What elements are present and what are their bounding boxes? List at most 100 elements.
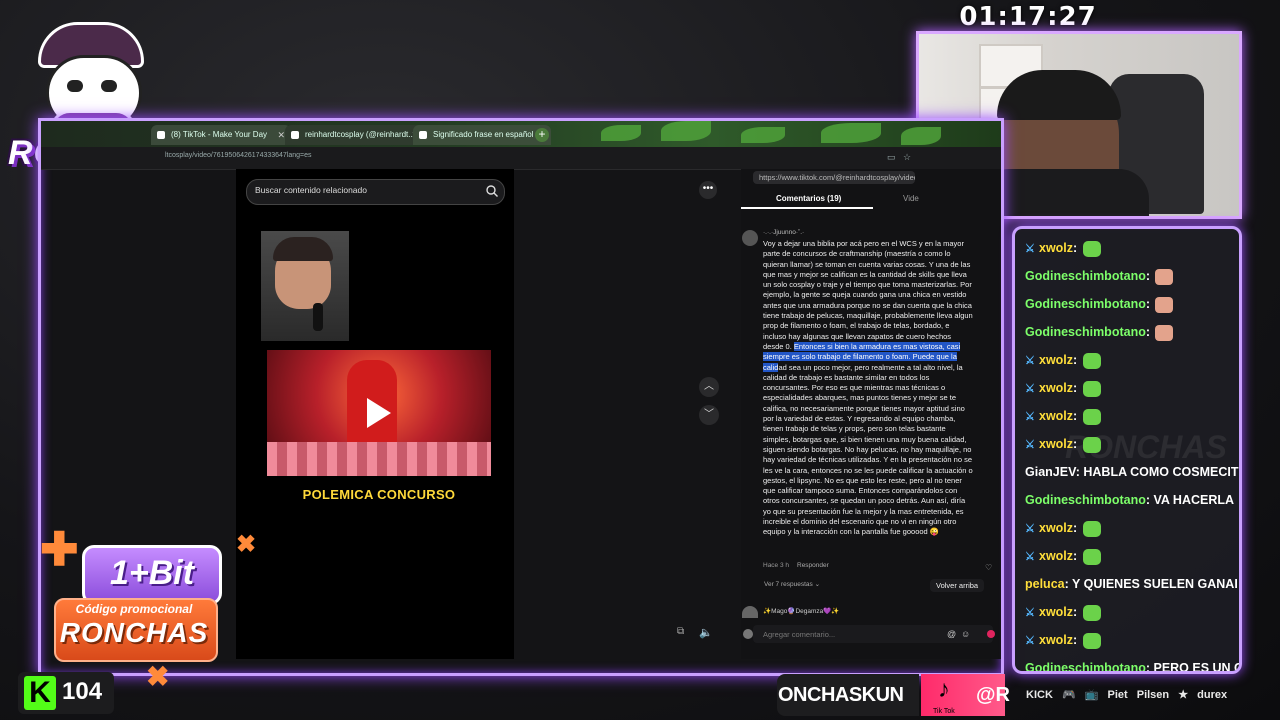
chat-message: ⚔ xwolz: [1025, 517, 1101, 539]
chat-username[interactable]: xwolz [1039, 521, 1073, 535]
chat-message: Godineschimbotano: PERO ES UN C [1025, 657, 1242, 674]
play-icon[interactable] [363, 396, 393, 430]
promo-code: RONCHAS [59, 617, 209, 648]
frog-emote-icon [1082, 240, 1101, 257]
promo-label: Código promocional [75, 602, 193, 616]
chat-message: ⚔ xwolz: [1025, 545, 1101, 567]
chat-message: ⚔ xwolz: [1025, 405, 1101, 427]
presenter-hair [273, 237, 333, 261]
decor-cross-icon: ✚ [40, 523, 79, 575]
chat-username[interactable]: xwolz [1039, 437, 1073, 451]
avatar [743, 629, 753, 639]
chat-text: PERO ES UN C [1153, 661, 1242, 674]
tiktok-icon [157, 131, 165, 139]
comment-time: Hace 3 h [763, 562, 790, 569]
chat-separator: : [1064, 577, 1073, 591]
chat-separator: : [1073, 549, 1081, 563]
chat-username[interactable]: Godineschimbotano [1025, 325, 1146, 339]
kick-logo: KICK [1026, 689, 1053, 701]
new-tab-button[interactable]: + [535, 128, 549, 142]
chat-message: ⚔ xwolz: [1025, 629, 1101, 651]
chat-separator: : [1073, 353, 1081, 367]
address-bar[interactable]: ltcosplay/video/7619506426174333647lang=… [41, 147, 1001, 170]
logo-eye [101, 80, 117, 92]
tab-bar: (8) TikTok - Make Your Day ✕ reinhardtco… [41, 121, 1001, 147]
more-options-button[interactable]: ••• [699, 181, 717, 199]
chat-separator: : [1073, 633, 1081, 647]
chat-separator: : [1073, 521, 1081, 535]
view-replies-button[interactable]: Ver 7 respuestas ⌄ [764, 580, 820, 588]
chat-text: HABLA COMO COSMECIT [1083, 465, 1239, 479]
chat-username[interactable]: Godineschimbotano [1025, 269, 1146, 283]
chat-text: VA HACERLA [1153, 493, 1235, 507]
chat-username[interactable]: Godineschimbotano [1025, 661, 1146, 671]
avatar[interactable] [742, 606, 758, 618]
active-tab-indicator [741, 207, 873, 209]
kick-icon: K [24, 676, 56, 710]
comment-username[interactable]: ·.·.·Jjuunno·˚.· [763, 229, 804, 236]
chat-message: ⚔ xwolz: [1025, 601, 1101, 623]
close-icon[interactable]: ✕ [277, 125, 285, 145]
chat-username[interactable]: xwolz [1039, 409, 1073, 423]
chat-message: Godineschimbotano: [1025, 321, 1174, 343]
tiktok-icon [291, 131, 299, 139]
volume-icon[interactable]: 🔈 [699, 626, 715, 642]
send-icon[interactable] [987, 630, 995, 638]
tab-reinhardtcosplay[interactable]: reinhardtcosplay (@reinhardt... ✕ [285, 125, 425, 145]
previous-video-button[interactable]: ︿ [699, 377, 719, 397]
copy-link-field[interactable]: https://www.tiktok.com/@reinhardtcosplay… [753, 171, 915, 184]
chat-username[interactable]: xwolz [1039, 353, 1073, 367]
chat-separator: : [1073, 241, 1081, 255]
webcam-beanie [997, 70, 1121, 120]
microphone-icon [313, 303, 323, 331]
viewer-count: 104 [62, 678, 103, 705]
emoji-icon[interactable]: ☺ [961, 629, 970, 639]
chat-username[interactable]: Godineschimbotano [1025, 297, 1146, 311]
chat-message: GianJEV: HABLA COMO COSMECIT [1025, 461, 1238, 483]
pip-icon[interactable]: ⧉ [677, 626, 693, 642]
avatar[interactable] [742, 230, 758, 246]
frog-emote-icon [1082, 548, 1101, 565]
tab-translate[interactable]: Significado frase en español ✕ [413, 125, 551, 145]
chat-username[interactable]: xwolz [1039, 633, 1073, 647]
chat-username[interactable]: xwolz [1039, 381, 1073, 395]
face-emote-icon [1155, 324, 1174, 341]
chat-username[interactable]: xwolz [1039, 549, 1073, 563]
frog-emote-icon [1082, 380, 1101, 397]
comment-username[interactable]: ✨Mago🔮Degamza💜✨ [763, 607, 839, 615]
chat-message: Godineschimbotano: VA HACERLA [1025, 489, 1234, 511]
chat-username[interactable]: Godineschimbotano [1025, 493, 1146, 507]
chat-separator: : [1073, 409, 1081, 423]
logo-eye [67, 80, 83, 92]
moderator-sword-icon: ⚔ [1025, 635, 1035, 647]
mention-icon[interactable]: @ [947, 629, 956, 639]
sponsor-strip: KICK 🎮 📺 Piet Pilsen ★ durex [1026, 688, 1233, 706]
chat-separator: : [1073, 605, 1081, 619]
search-icon[interactable] [485, 184, 499, 198]
chat-username[interactable]: peluca [1025, 577, 1065, 591]
clip-floor [267, 442, 491, 476]
tab-tiktok[interactable]: (8) TikTok - Make Your Day ✕ [151, 125, 291, 145]
chat-username[interactable]: xwolz [1039, 605, 1073, 619]
chat-separator: : [1145, 297, 1154, 311]
chat-username[interactable]: GianJEV [1025, 465, 1076, 479]
moderator-sword-icon: ⚔ [1025, 551, 1035, 563]
video-caption: POLEMICA CONCURSO [302, 487, 456, 502]
tab-comments[interactable]: Comentarios (19) [776, 194, 841, 203]
chat-separator: : [1073, 437, 1081, 451]
chat-message: Godineschimbotano: [1025, 293, 1174, 315]
star-icon[interactable]: ☆ [903, 152, 913, 162]
url-text[interactable]: ltcosplay/video/7619506426174333647lang=… [165, 152, 312, 159]
next-video-button[interactable]: ﹀ [699, 405, 719, 425]
chat-username[interactable]: xwolz [1039, 241, 1073, 255]
comment-text-end: ad sea un poco mejor, pero realmente a t… [763, 362, 973, 537]
promo-brand: 1+Bit [82, 545, 222, 605]
tab-videos[interactable]: Vide [903, 194, 919, 203]
chat-message: ⚔ xwolz: [1025, 377, 1101, 399]
heart-icon[interactable]: ♡ [985, 563, 992, 572]
back-to-top-button[interactable]: Volver arriba [930, 579, 985, 592]
ticker-text: ONCHASKUN [778, 684, 904, 706]
comment-input-placeholder[interactable]: Agregar comentario... [763, 630, 835, 639]
cast-icon[interactable]: ▭ [887, 152, 897, 162]
reply-button[interactable]: Responder [797, 562, 829, 569]
